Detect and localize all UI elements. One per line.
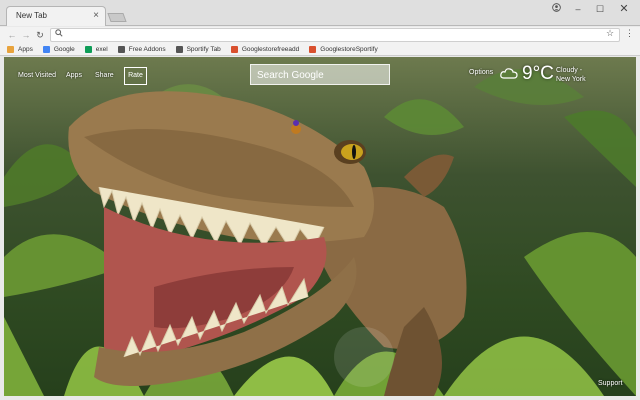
bookmark-star-icon[interactable]: ☆ bbox=[606, 28, 614, 39]
close-window-button[interactable]: ✕ bbox=[614, 3, 634, 15]
search-input[interactable]: Search Google bbox=[250, 64, 390, 85]
bookmark-label: Googlestorefreeadd bbox=[241, 45, 300, 53]
bookmark-label: Google bbox=[53, 45, 75, 53]
reload-button[interactable]: ↻ bbox=[34, 28, 46, 42]
bookmark-item[interactable]: Googlestorefreeadd bbox=[230, 45, 300, 53]
profile-icon[interactable] bbox=[546, 3, 566, 15]
store-icon bbox=[230, 45, 238, 53]
address-bar[interactable] bbox=[50, 28, 620, 42]
new-tab-button[interactable] bbox=[107, 13, 127, 22]
toolbar: ← → ↻ bbox=[0, 27, 640, 43]
sheets-icon bbox=[84, 45, 92, 53]
forward-button[interactable]: → bbox=[20, 28, 32, 42]
apps-link[interactable]: Apps bbox=[66, 72, 82, 79]
bookmark-label: Free Addons bbox=[128, 45, 166, 53]
support-link[interactable]: Support bbox=[598, 380, 623, 387]
back-button[interactable]: ← bbox=[6, 28, 18, 42]
bookmark-label: GooglestoreSportify bbox=[320, 45, 378, 53]
page-icon bbox=[117, 45, 125, 53]
bookmark-item[interactable]: Google bbox=[42, 45, 75, 53]
google-icon bbox=[42, 45, 50, 53]
bookmark-item[interactable]: Sportify Tab bbox=[175, 45, 221, 53]
bookmark-item[interactable]: Free Addons bbox=[117, 45, 166, 53]
new-tab-page: Most Visited Apps Share Rate Search Goog… bbox=[4, 57, 636, 396]
tab-title: New Tab bbox=[16, 11, 47, 20]
bookmark-label: Sportify Tab bbox=[186, 45, 221, 53]
tab-close-icon[interactable]: × bbox=[93, 9, 99, 23]
tab-strip: New Tab × – ☐ ✕ bbox=[0, 0, 640, 26]
store-icon bbox=[309, 45, 317, 53]
minimize-button[interactable]: – bbox=[568, 3, 588, 15]
menu-icon[interactable]: ⋮ bbox=[625, 28, 634, 39]
weather-city: New York bbox=[556, 76, 586, 83]
bookmark-label: exel bbox=[95, 45, 108, 53]
temperature-value: 9°C bbox=[522, 63, 554, 84]
maximize-button[interactable]: ☐ bbox=[590, 3, 610, 15]
bookmark-item[interactable]: GooglestoreSportify bbox=[309, 45, 378, 53]
search-placeholder: Search Google bbox=[257, 70, 324, 81]
apps-grid-icon bbox=[7, 45, 14, 53]
bookmark-item[interactable]: Apps bbox=[7, 45, 33, 53]
dinosaur-background-image bbox=[4, 69, 636, 396]
bookmark-item[interactable]: exel bbox=[84, 45, 108, 53]
page-icon bbox=[175, 45, 183, 53]
options-link[interactable]: Options bbox=[469, 69, 493, 76]
tab-new-tab[interactable]: New Tab × bbox=[6, 6, 106, 26]
search-icon bbox=[55, 29, 63, 41]
share-link[interactable]: Share bbox=[95, 72, 114, 79]
bookmark-label: Apps bbox=[18, 45, 33, 53]
weather-condition: Cloudy - bbox=[556, 67, 583, 74]
most-visited-link[interactable]: Most Visited bbox=[18, 72, 56, 79]
rate-button[interactable]: Rate bbox=[124, 67, 147, 85]
bookmarks-bar: Apps Google exel Free Addons Sportify Tab Goo… bbox=[0, 43, 640, 56]
